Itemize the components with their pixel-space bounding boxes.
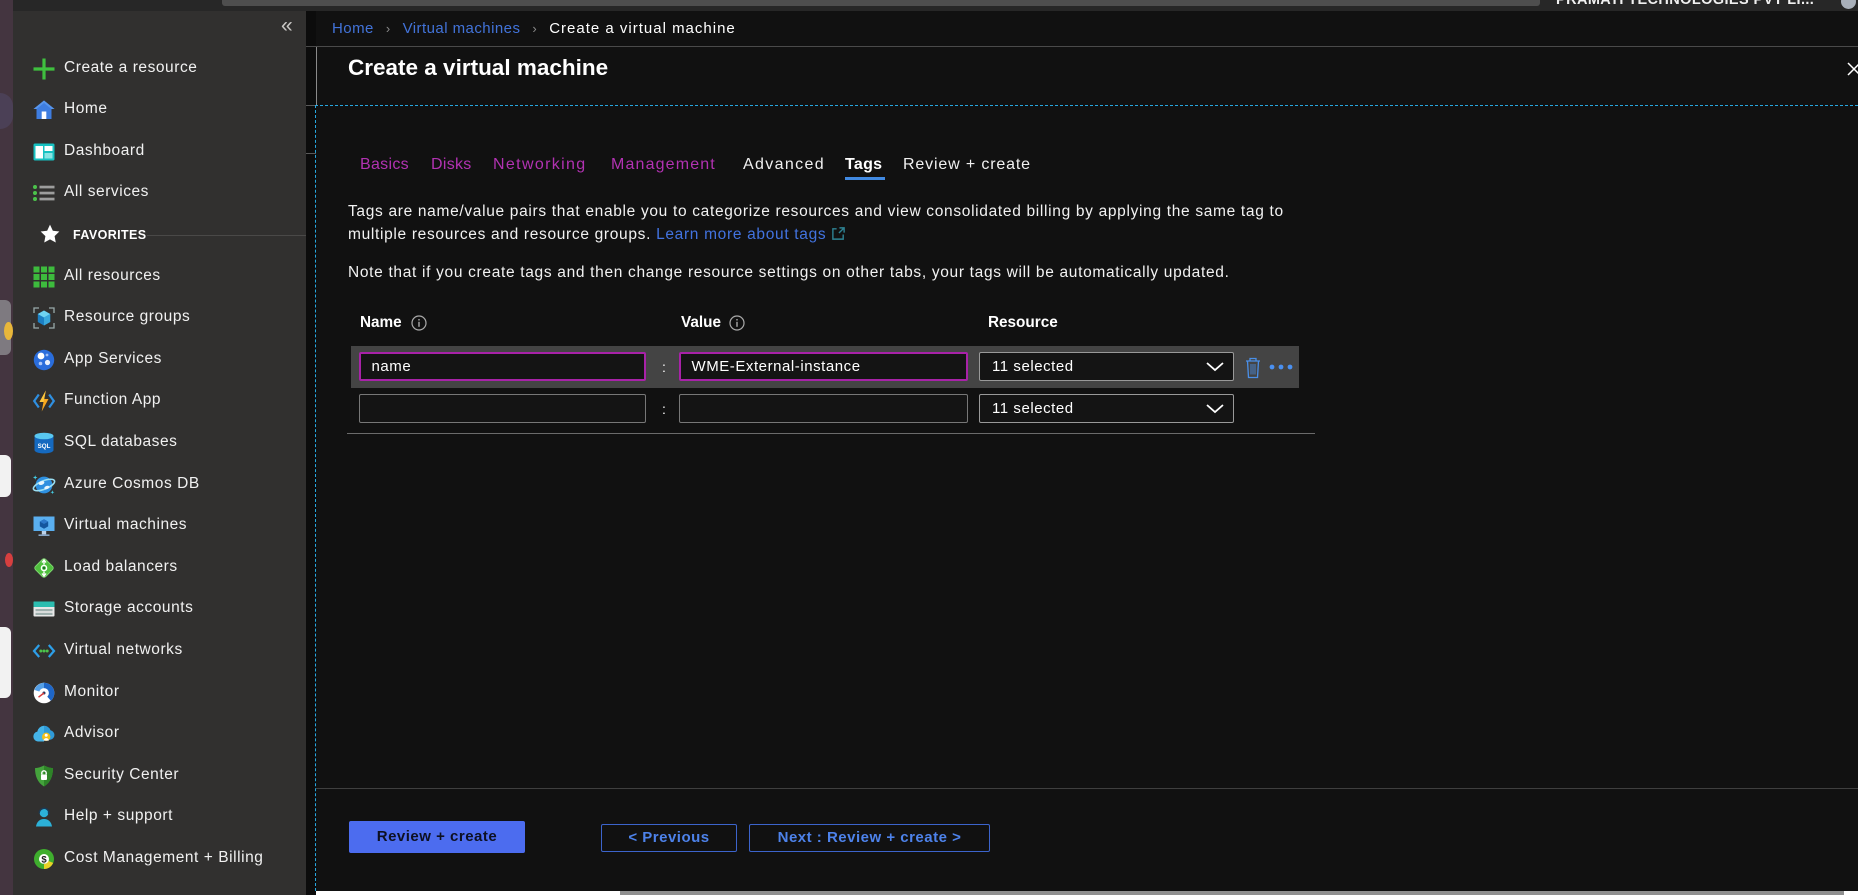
svg-text:$: $ [41, 854, 47, 865]
svg-text:SQL: SQL [38, 443, 51, 450]
